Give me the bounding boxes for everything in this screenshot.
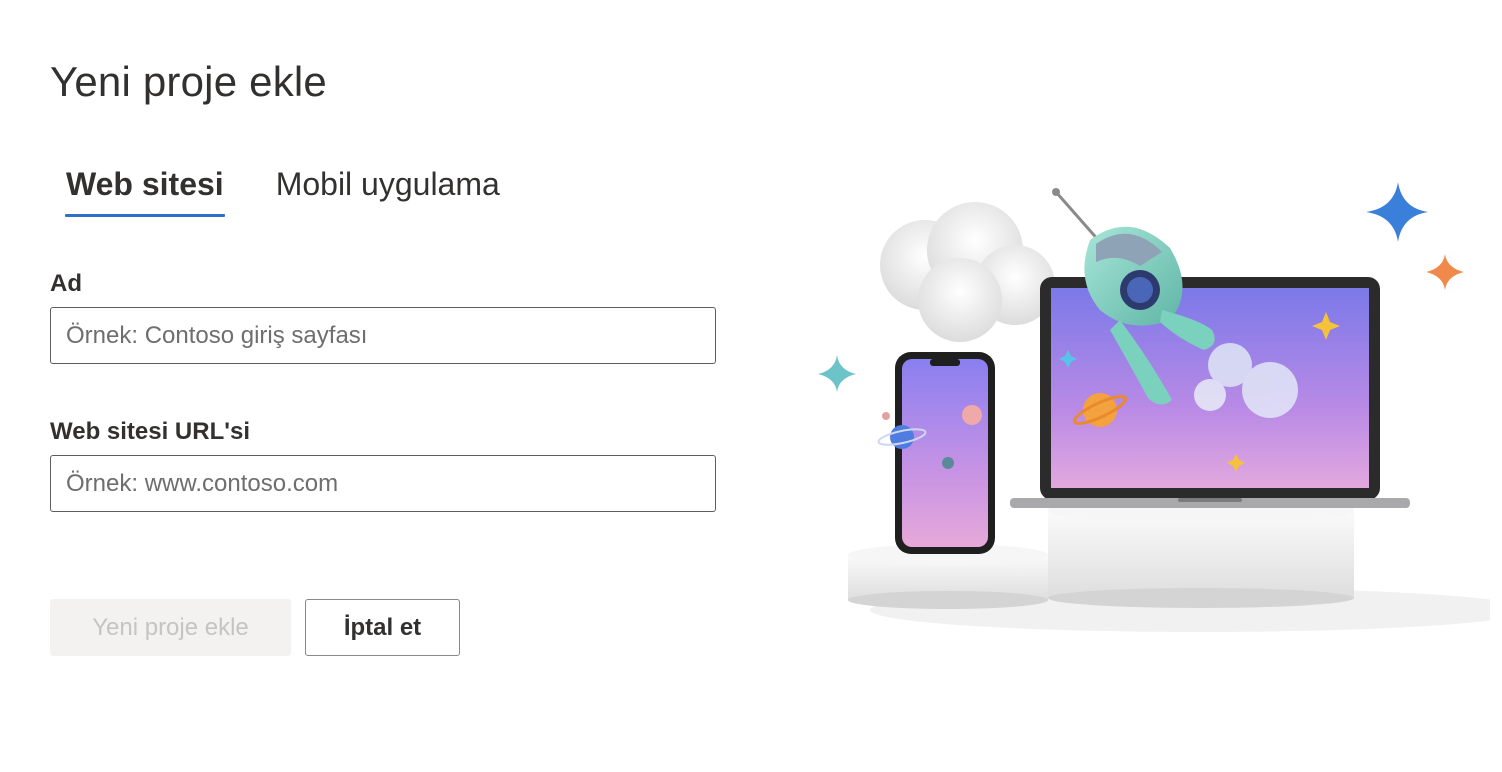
cloud-icon <box>880 202 1055 342</box>
name-input[interactable] <box>50 307 716 364</box>
page-title: Yeni proje ekle <box>50 58 327 105</box>
phone-icon <box>895 352 995 554</box>
cancel-button[interactable]: İptal et <box>305 599 460 656</box>
url-field-label: Web sitesi URL'si <box>50 418 250 445</box>
sparkle-icon <box>1426 254 1464 290</box>
planet-icon <box>962 405 982 425</box>
tab-website[interactable]: Web sitesi <box>50 160 240 217</box>
add-project-button[interactable]: Yeni proje ekle <box>50 599 291 656</box>
add-project-page: Yeni proje ekle Web sitesi Mobil uygulam… <box>0 0 1502 772</box>
project-type-tabs: Web sitesi Mobil uygulama <box>50 160 516 217</box>
devices-illustration <box>818 182 1490 632</box>
sparkle-icon <box>1366 182 1428 242</box>
planet-icon <box>882 412 890 420</box>
sparkle-icon <box>818 355 856 392</box>
laptop-pedestal <box>1048 496 1354 608</box>
url-input[interactable] <box>50 455 716 512</box>
planet-icon <box>942 457 954 469</box>
tab-mobile-app[interactable]: Mobil uygulama <box>260 160 516 217</box>
name-field-label: Ad <box>50 270 82 297</box>
